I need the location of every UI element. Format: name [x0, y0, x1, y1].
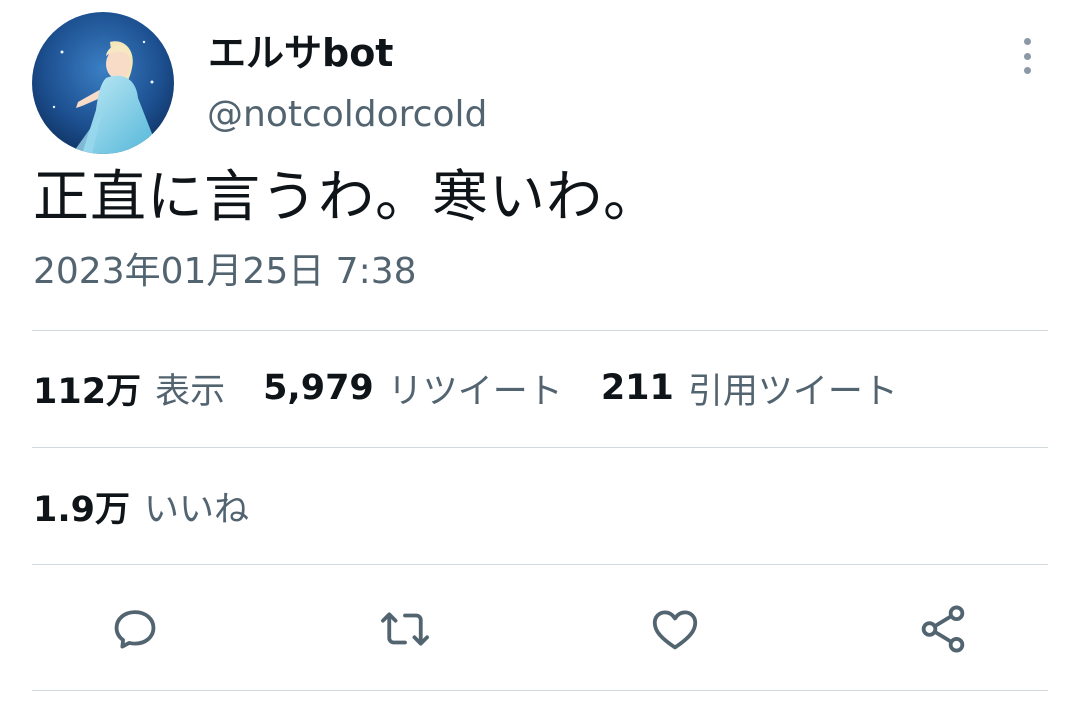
share-button[interactable] [916, 602, 970, 656]
views-label: 表示 [155, 371, 226, 412]
retweets-label: リツイート [387, 371, 563, 412]
dot [1023, 52, 1031, 60]
avatar[interactable] [32, 12, 174, 154]
retweet-icon [381, 612, 429, 646]
share-icon [921, 605, 965, 653]
avatar-image [32, 12, 174, 154]
user-handle[interactable]: @notcoldorcold [207, 92, 487, 138]
reply-icon [114, 610, 156, 649]
likes-stat[interactable]: 1.9万 いいね [33, 478, 287, 534]
retweet-button[interactable] [378, 602, 432, 656]
views-stat[interactable]: 112万 表示 [33, 363, 225, 414]
quotes-label: 引用ツイート [687, 371, 898, 412]
reply-button[interactable] [108, 602, 162, 656]
engagement-stats: 112万 表示 5,979 リツイート 211 引用ツイート [33, 360, 936, 416]
tweet: エルサbot @notcoldorcold 正直に言うわ。寒いわ。 2023年0… [0, 0, 1080, 717]
likes-count: 1.9万 [33, 489, 131, 530]
display-name[interactable]: エルサbot [208, 30, 393, 76]
views-count: 112万 [33, 371, 142, 412]
tweet-text: 正直に言うわ。寒いわ。 [33, 165, 660, 230]
likes-label: いいね [144, 489, 250, 530]
divider [32, 564, 1048, 565]
divider [32, 330, 1048, 331]
divider [32, 447, 1048, 448]
quotes-stat[interactable]: 211 引用ツイート [601, 363, 898, 414]
retweets-count: 5,979 [263, 368, 374, 408]
tweet-timestamp[interactable]: 2023年01月25日 7:38 [33, 248, 417, 296]
quotes-count: 211 [600, 368, 674, 408]
like-icon [652, 610, 698, 650]
divider [32, 690, 1048, 691]
dot [1023, 67, 1031, 74]
dot [1023, 38, 1031, 45]
like-button[interactable] [648, 602, 702, 656]
likes-stat-inner: 1.9万 いいね [33, 481, 249, 532]
retweets-stat[interactable]: 5,979 リツイート [263, 363, 563, 414]
more-options-icon[interactable] [1010, 36, 1044, 76]
